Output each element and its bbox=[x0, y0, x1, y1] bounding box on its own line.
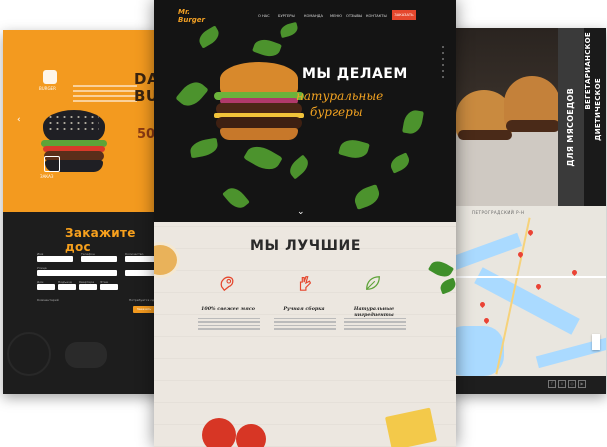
name-input[interactable] bbox=[37, 256, 73, 262]
leaf bbox=[175, 76, 209, 112]
order-button[interactable]: ЗАКАЗАТЬ bbox=[392, 10, 416, 20]
nav-contacts[interactable]: КОНТАКТЫ bbox=[366, 14, 387, 18]
patty bbox=[506, 120, 560, 132]
nav-menu[interactable]: МЕНЮ bbox=[330, 14, 342, 18]
left-page-preview: BURGER ‹ DAR BUR 500 ЗАКАЗ Закажите дос … bbox=[3, 30, 165, 394]
bicycle-watermark bbox=[7, 332, 51, 376]
leaf bbox=[402, 108, 424, 136]
leaf bbox=[351, 184, 383, 210]
sesame-seeds bbox=[47, 114, 99, 134]
bun-top bbox=[220, 62, 298, 96]
scroll-down-icon[interactable]: ⌄ bbox=[297, 207, 305, 217]
hand-icon bbox=[299, 276, 312, 291]
map-district-label: ПЕТРОГРАДСКИЙ Р-Н bbox=[472, 210, 525, 215]
order-section: Закажите дос Имя Телефон Количество Улиц… bbox=[3, 212, 165, 394]
order-form: Имя Телефон Количество Улица Дом Подъезд… bbox=[37, 252, 161, 342]
phone-input[interactable] bbox=[81, 256, 117, 262]
description-lines bbox=[73, 82, 137, 112]
entrance-input[interactable] bbox=[58, 284, 76, 290]
map-pin-icon[interactable] bbox=[534, 282, 543, 291]
nav-team[interactable]: КОМАНДА bbox=[304, 14, 323, 18]
street-input[interactable] bbox=[37, 270, 117, 276]
leaf bbox=[278, 21, 300, 39]
hero-subtitle-line-1: натуральные bbox=[296, 89, 384, 103]
quantity-input[interactable] bbox=[125, 256, 157, 262]
facebook-icon[interactable]: f bbox=[548, 380, 556, 388]
category-vegetarian[interactable]: ВЕГЕТАРИАНСКОЕ ДИЕТИЧЕСКОЕ bbox=[584, 28, 606, 206]
left-hero: BURGER ‹ DAR BUR 500 ЗАКАЗ bbox=[3, 30, 165, 212]
leaf bbox=[387, 152, 413, 174]
youtube-icon[interactable]: ▶ bbox=[578, 380, 586, 388]
category-label: ВЕГЕТАРИАНСКОЕ bbox=[584, 32, 592, 110]
menu-hero: ДЛЯ МЯСОЕДОВ ВЕГЕТАРИАНСКОЕ ДИЕТИЧЕСКОЕ bbox=[452, 28, 606, 206]
leaf bbox=[286, 154, 312, 180]
hero-subtitle-line-2: бургеры bbox=[310, 105, 363, 119]
main-page-preview: Mr. Burger О НАС БУРГЕРЫ КОМАНДА МЕНЮ ОТ… bbox=[154, 0, 456, 447]
feature-description bbox=[274, 316, 336, 332]
category-label: ДИЕТИЧЕСКОЕ bbox=[594, 78, 602, 141]
map-section[interactable]: ПЕТРОГРАДСКИЙ Р-Н bbox=[452, 206, 606, 394]
hero-subtitle: натуральные бургеры bbox=[296, 88, 383, 120]
feature-description bbox=[344, 316, 406, 332]
river bbox=[452, 232, 522, 274]
order-form-title: Закажите дос bbox=[65, 226, 136, 254]
zoom-control[interactable] bbox=[592, 334, 600, 350]
vk-icon[interactable]: v bbox=[558, 380, 566, 388]
meat-icon bbox=[220, 276, 234, 292]
bag-icon[interactable] bbox=[44, 156, 60, 172]
feature-label: Ручная сборка bbox=[283, 306, 325, 312]
feature-label: 100% свежее мясо bbox=[201, 306, 255, 312]
logo-line-2: Burger bbox=[178, 16, 205, 24]
nav-reviews[interactable]: ОТЗЫВЫ bbox=[346, 14, 362, 18]
best-section: МЫ ЛУЧШИЕ 100% свежее мясо Ручная сборка… bbox=[154, 222, 456, 447]
leaf-icon bbox=[366, 276, 380, 290]
map-pin-icon[interactable] bbox=[478, 300, 487, 309]
leaf bbox=[222, 183, 250, 213]
leaf bbox=[338, 136, 370, 162]
submit-button[interactable]: Заказать bbox=[133, 306, 155, 313]
category-meat[interactable]: ДЛЯ МЯСОЕДОВ bbox=[558, 28, 584, 206]
logo-icon bbox=[43, 70, 57, 84]
site-logo[interactable]: Mr. Burger bbox=[178, 8, 205, 32]
patty bbox=[458, 130, 512, 140]
best-title: МЫ ЛУЧШИЕ bbox=[250, 238, 362, 254]
road bbox=[452, 276, 606, 278]
tomato-slice bbox=[236, 424, 266, 447]
logo-text: BURGER bbox=[39, 86, 56, 91]
bun-bottom bbox=[220, 128, 298, 140]
comment-input[interactable] bbox=[125, 270, 157, 276]
field-label: Комментарий bbox=[37, 298, 59, 302]
section-dots[interactable] bbox=[442, 42, 445, 82]
nav-about[interactable]: О НАС bbox=[258, 14, 270, 18]
carousel-prev-icon[interactable]: ‹ bbox=[17, 115, 21, 125]
map-pin-icon[interactable] bbox=[570, 268, 579, 277]
leaf bbox=[243, 140, 283, 176]
house-input[interactable] bbox=[37, 284, 55, 290]
apartment-input[interactable] bbox=[79, 284, 97, 290]
map-pin-icon[interactable] bbox=[482, 316, 491, 325]
category-label: ДЛЯ МЯСОЕДОВ bbox=[566, 88, 575, 167]
bag-label: ЗАКАЗ bbox=[40, 174, 54, 179]
leaf bbox=[188, 137, 220, 159]
map-pin-icon[interactable] bbox=[526, 228, 535, 237]
right-page-preview: ДЛЯ МЯСОЕДОВ ВЕГЕТАРИАНСКОЕ ДИЕТИЧЕСКОЕ … bbox=[452, 28, 606, 394]
nav-burgers[interactable]: БУРГЕРЫ bbox=[278, 14, 295, 18]
leaf bbox=[252, 36, 282, 60]
floor-input[interactable] bbox=[100, 284, 118, 290]
instagram-icon[interactable]: ◎ bbox=[568, 380, 576, 388]
feature-description bbox=[198, 316, 260, 332]
hero-title: МЫ ДЕЛАЕМ bbox=[302, 66, 408, 82]
scooter-watermark bbox=[65, 342, 107, 368]
tomato-slice bbox=[202, 418, 236, 447]
logo-line-1: Mr. bbox=[178, 8, 191, 16]
hero-section: Mr. Burger О НАС БУРГЕРЫ КОМАНДА МЕНЮ ОТ… bbox=[154, 0, 456, 222]
